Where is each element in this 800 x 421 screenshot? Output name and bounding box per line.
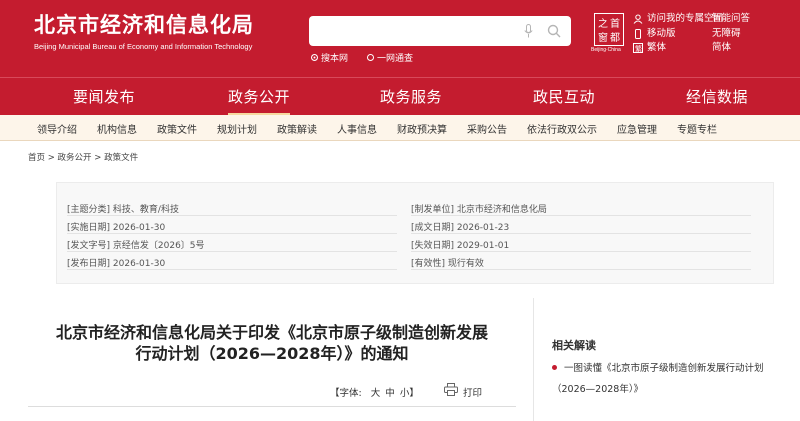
column-divider — [533, 298, 534, 421]
svg-text:都: 都 — [610, 32, 620, 44]
info-effective: [实施日期] 2026-01-30 — [67, 223, 166, 233]
subnav-personnel[interactable]: 人事信息 — [337, 121, 377, 136]
nav-data[interactable]: 经信数据 — [686, 86, 748, 107]
simplified-link[interactable]: 简体 — [712, 41, 750, 56]
language-icon: 繁 — [633, 43, 643, 54]
font-large-button[interactable]: 大 — [371, 388, 381, 399]
svg-text:首: 首 — [610, 17, 620, 30]
scope-site[interactable]: 搜本网 — [311, 51, 348, 64]
user-icon — [633, 14, 643, 25]
breadcrumb-policy[interactable]: 政策文件 — [104, 153, 138, 163]
font-medium-button[interactable]: 中 — [385, 388, 395, 399]
subnav-special[interactable]: 专题专栏 — [677, 121, 717, 136]
radio-selected-icon[interactable] — [311, 54, 318, 61]
article-title: 北京市经济和信息化局关于印发《北京市原子级制造创新发展 行动计划（2026—20… — [55, 323, 488, 363]
info-doc-number: [发文字号] 京经信发〔2026〕5号 — [67, 241, 205, 251]
nav-gov-service[interactable]: 政务服务 — [380, 86, 442, 107]
accessibility-link[interactable]: 无障碍 — [712, 27, 750, 42]
scope-all[interactable]: 一网通查 — [367, 51, 413, 64]
search-icon[interactable] — [547, 24, 561, 38]
subnav-policy[interactable]: 政策文件 — [157, 121, 197, 136]
site-subtitle: Beijing Municipal Bureau of Economy and … — [34, 42, 253, 51]
radio-icon[interactable] — [367, 54, 374, 61]
subnav-org[interactable]: 机构信息 — [97, 121, 137, 136]
info-validity: [有效性] 现行有效 — [411, 259, 484, 269]
logo-caption: Beijing·China — [591, 47, 621, 53]
nav-news[interactable]: 要闻发布 — [73, 86, 135, 107]
font-small-button[interactable]: 小】 — [400, 388, 419, 399]
info-topic: [主题分类] 科技、教育/科技 — [67, 205, 179, 215]
related-title: 相关解读 — [552, 339, 596, 352]
main-nav: 要闻发布 政务公开 政务服务 政民互动 经信数据 — [0, 77, 800, 116]
personal-space-link[interactable]: 访问我的专属空间 — [633, 12, 723, 27]
ai-qa-link[interactable]: 智能问答 — [712, 12, 750, 27]
subnav-procurement[interactable]: 采购公告 — [467, 121, 507, 136]
sub-nav: 领导介绍 机构信息 政策文件 规划计划 政策解读 人事信息 财政预决算 采购公告… — [0, 115, 800, 141]
info-expire: [失效日期] 2029-01-01 — [411, 241, 510, 251]
nav-gov-open[interactable]: 政务公开 — [228, 86, 290, 107]
font-size-control: 【字体: 大 中 小】 — [330, 388, 419, 399]
svg-text:繁: 繁 — [635, 44, 642, 53]
svg-text:之: 之 — [598, 17, 608, 30]
traditional-link[interactable]: 繁 繁体 — [633, 41, 723, 56]
mobile-link[interactable]: 移动版 — [633, 27, 723, 42]
site-header: 北京市经济和信息化局 Beijing Municipal Bureau of E… — [0, 0, 800, 77]
microphone-icon[interactable] — [524, 24, 533, 38]
info-publish: [发布日期] 2026-01-30 — [67, 259, 166, 269]
site-title[interactable]: 北京市经济和信息化局 — [34, 9, 254, 39]
article-divider — [28, 406, 516, 407]
subnav-interpretation[interactable]: 政策解读 — [277, 121, 317, 136]
info-created: [成文日期] 2026-01-23 — [411, 223, 510, 233]
info-issuer: [制发单位] 北京市经济和信息化局 — [411, 205, 547, 215]
search-input[interactable] — [317, 22, 517, 40]
subnav-emergency[interactable]: 应急管理 — [617, 121, 657, 136]
subnav-plans[interactable]: 规划计划 — [217, 121, 257, 136]
related-item-link[interactable]: 一图读懂《北京市原子级制造创新发展行动计划（2026—2028年）》 — [552, 358, 782, 400]
document-info-box: [主题分类] 科技、教育/科技 [制发单位] 北京市经济和信息化局 [实施日期]… — [56, 182, 774, 284]
nav-interaction[interactable]: 政民互动 — [533, 86, 595, 107]
subnav-admin-disclosure[interactable]: 依法行政双公示 — [527, 121, 597, 136]
subnav-budget[interactable]: 财政预决算 — [397, 121, 447, 136]
breadcrumb-home[interactable]: 首页 — [28, 153, 45, 163]
mobile-icon — [635, 28, 641, 39]
print-button[interactable]: 打印 — [463, 385, 482, 399]
printer-icon[interactable] — [444, 383, 458, 396]
breadcrumb-gov-open[interactable]: 政务公开 — [58, 153, 92, 163]
subnav-leaders[interactable]: 领导介绍 — [37, 121, 77, 136]
breadcrumb: 首页 > 政务公开 > 政策文件 — [28, 153, 139, 163]
svg-text:窗: 窗 — [598, 31, 608, 44]
